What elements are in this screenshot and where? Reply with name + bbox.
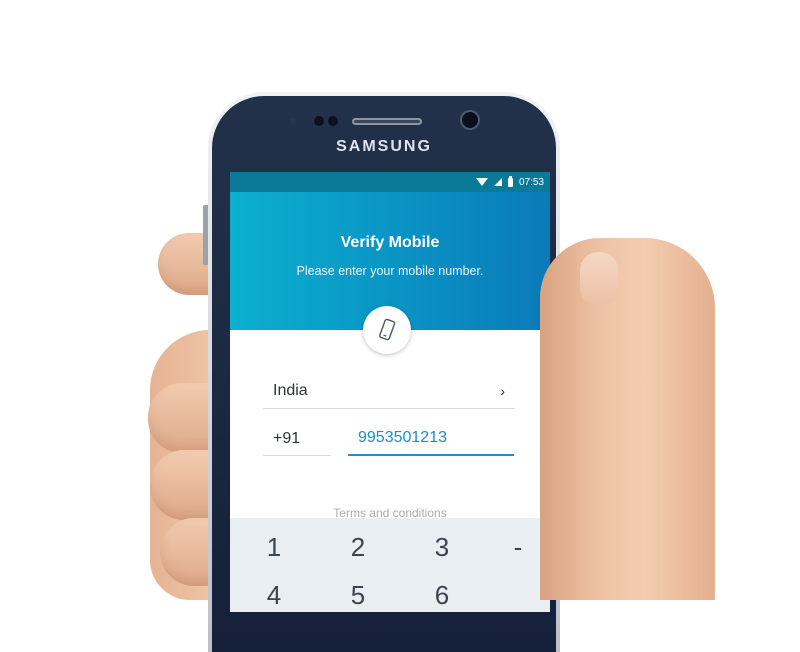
wifi-icon <box>475 178 488 186</box>
page-subtitle: Please enter your mobile number. <box>296 264 484 278</box>
front-sensor <box>314 116 324 126</box>
chevron-right-icon: › <box>500 383 505 399</box>
country-selector[interactable]: India › <box>263 374 515 409</box>
phone-front-panel: SAMSUNG 07:53 Verify Mobile Please enter… <box>212 96 556 652</box>
key-4[interactable]: 4 <box>244 580 304 611</box>
key-3[interactable]: 3 <box>412 532 472 563</box>
earpiece-speaker <box>352 118 422 125</box>
phone-screen: 07:53 Verify Mobile Please enter your mo… <box>230 172 550 612</box>
battery-icon <box>507 175 513 187</box>
thumb-nail <box>580 252 618 304</box>
brand-logo: SAMSUNG <box>336 138 432 155</box>
front-camera <box>462 112 478 128</box>
key-2[interactable]: 2 <box>328 532 388 563</box>
country-code-field[interactable]: +91 <box>263 422 331 456</box>
front-sensor <box>328 116 338 126</box>
hand-thumb <box>540 238 715 600</box>
key-5[interactable]: 5 <box>328 580 388 611</box>
key-6[interactable]: 6 <box>412 580 472 611</box>
signal-icon <box>493 178 502 186</box>
phone-device: SAMSUNG 07:53 Verify Mobile Please enter… <box>208 92 560 652</box>
numeric-keypad: 1 2 3 - 4 5 6 <box>230 518 550 612</box>
mobile-phone-icon <box>379 318 396 341</box>
key-1[interactable]: 1 <box>244 532 304 563</box>
mobile-phone-badge <box>363 306 411 354</box>
country-value: India <box>273 382 308 399</box>
mobile-number-input[interactable]: 9953501213 <box>348 422 514 456</box>
proximity-sensor <box>290 118 296 124</box>
key-dash[interactable]: - <box>488 532 548 563</box>
page-title: Verify Mobile <box>340 234 440 251</box>
status-bar: 07:53 <box>230 172 550 192</box>
status-time: 07:53 <box>518 176 544 188</box>
